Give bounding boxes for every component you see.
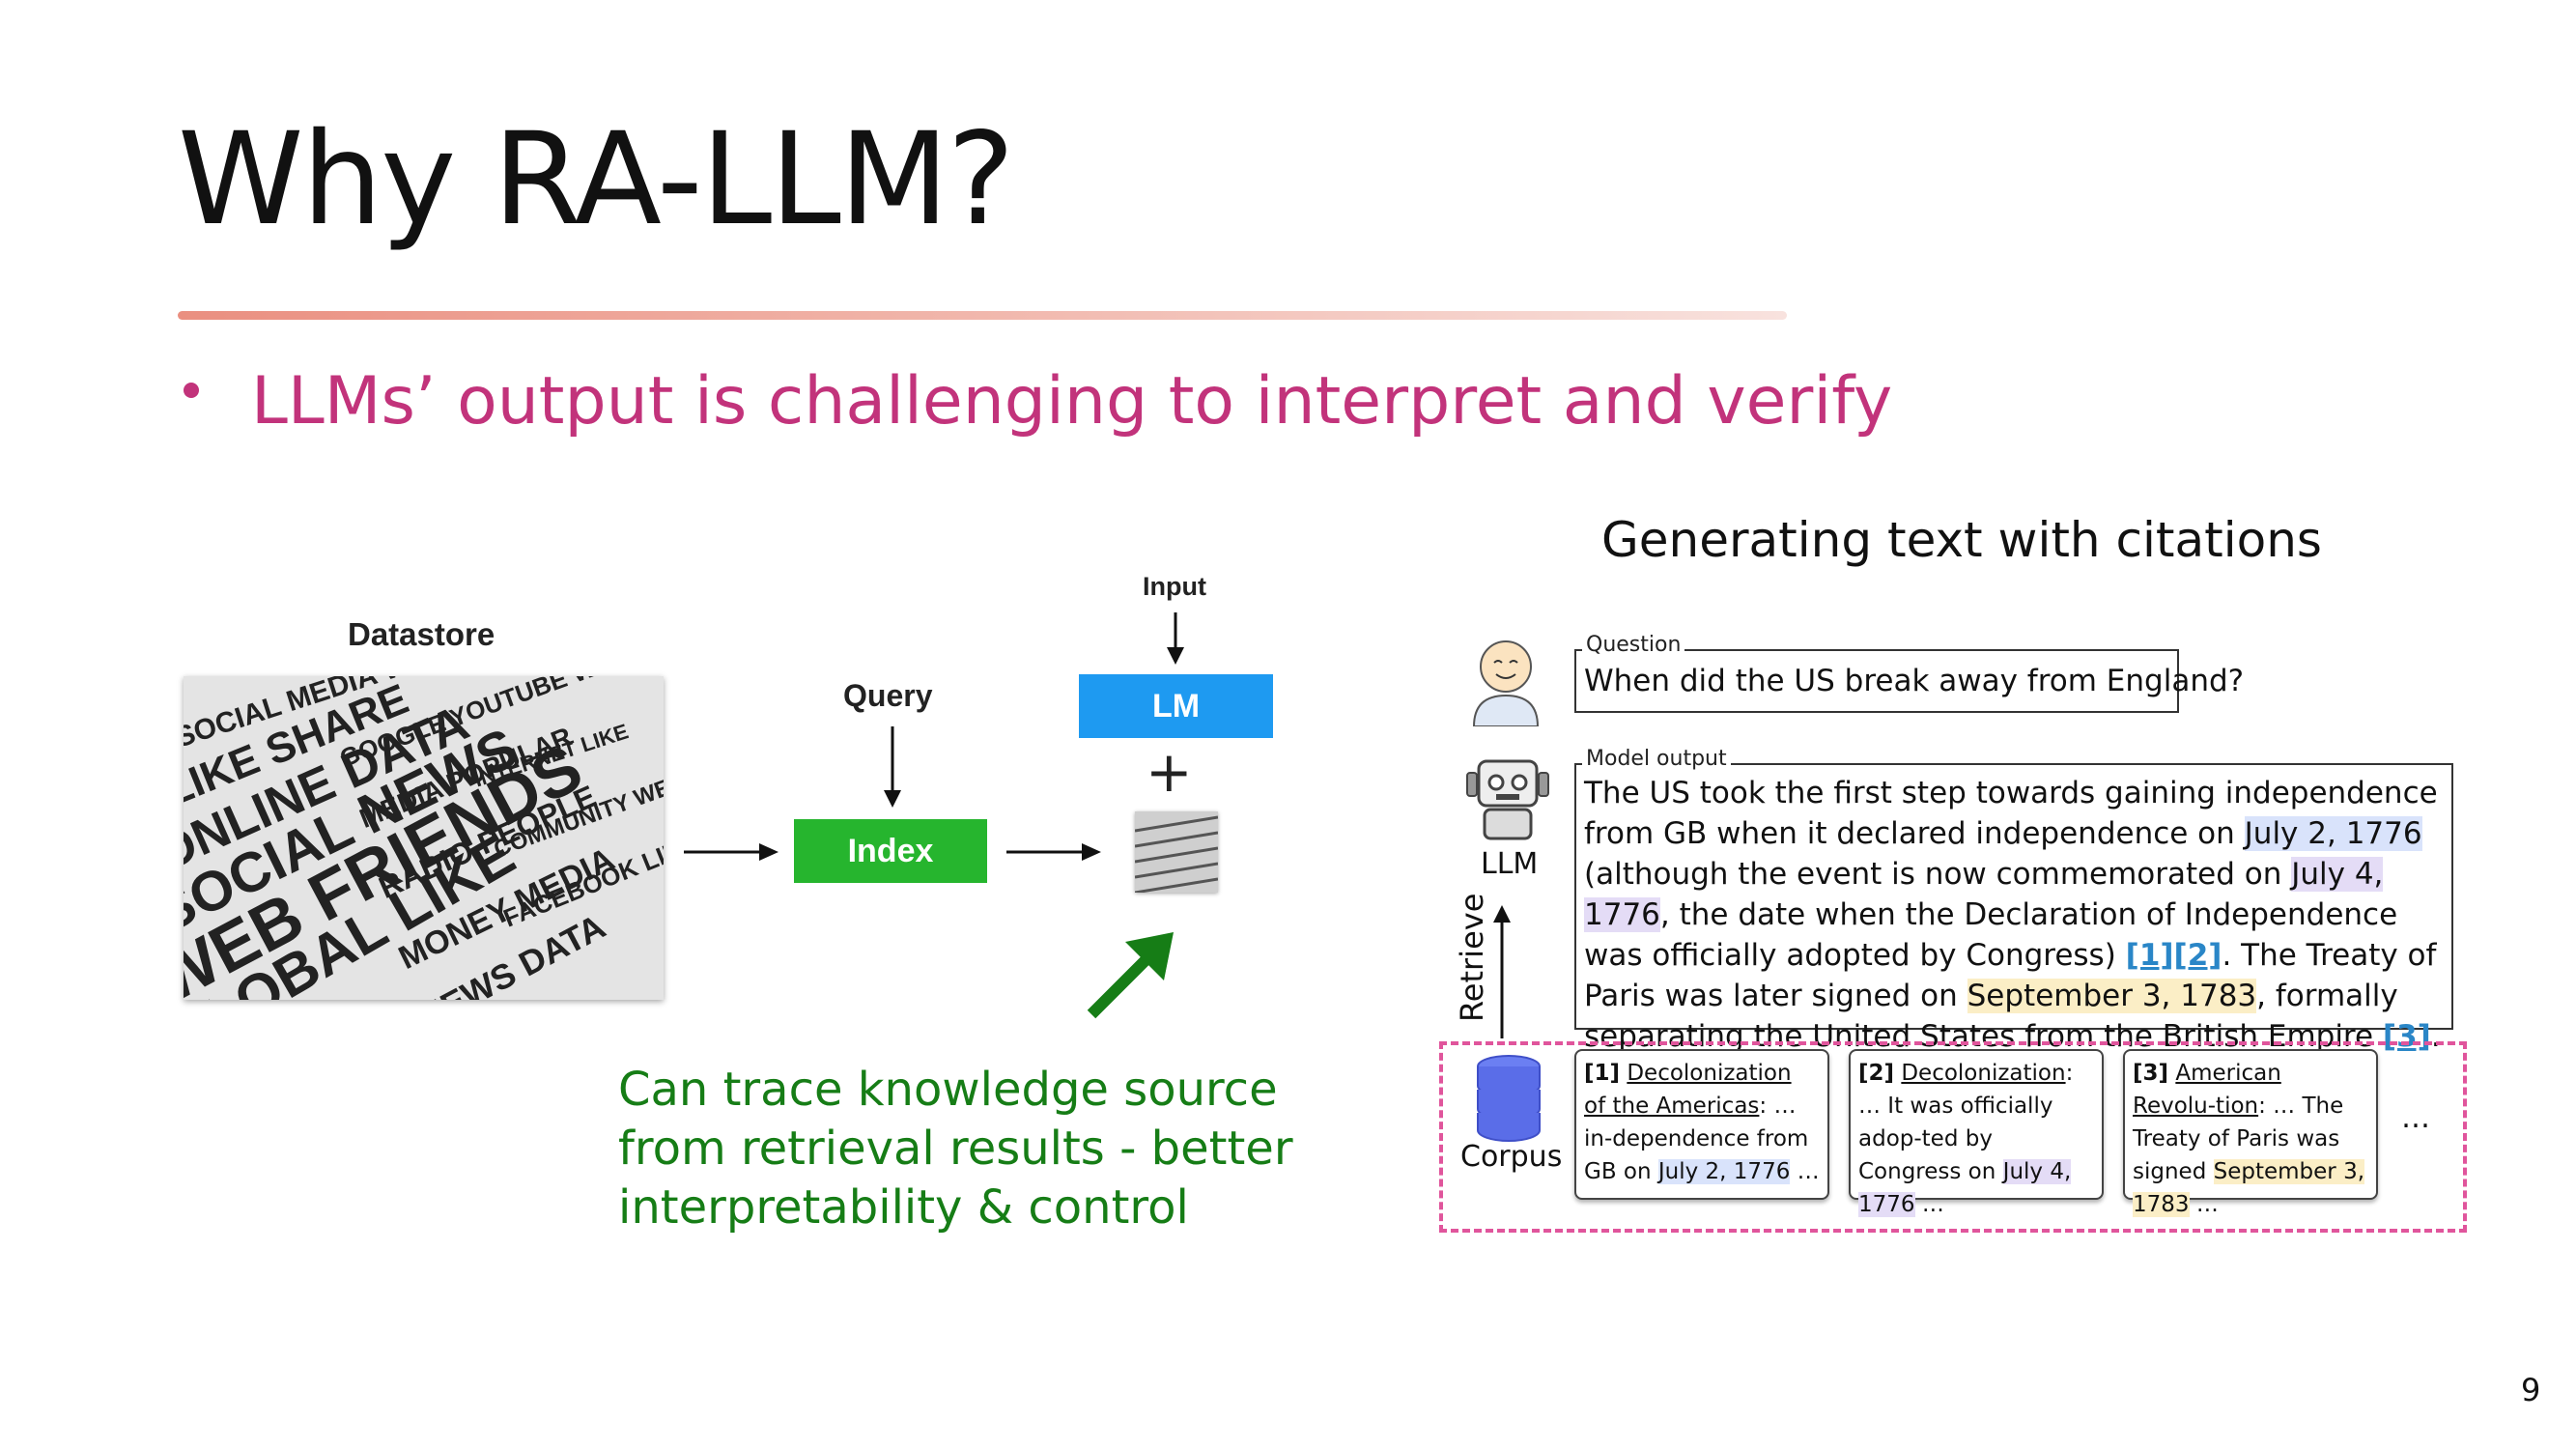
retrieved-doc-thumbnail xyxy=(1135,811,1218,893)
panel-title: Generating text with citations xyxy=(1601,512,2322,568)
title-underline xyxy=(178,311,1787,320)
page-number: 9 xyxy=(2521,1372,2541,1408)
query-arrow xyxy=(884,726,901,808)
citation-link[interactable]: [1][2] xyxy=(2126,938,2222,973)
model-output-text: The US took the first step towards gaini… xyxy=(1584,776,2441,1054)
user-icon xyxy=(1472,640,1540,726)
input-arrow xyxy=(1167,612,1184,665)
model-output-caption: Model output xyxy=(1582,747,1731,771)
index-to-doc-arrow xyxy=(1006,843,1101,861)
retrieved-document: [3] American Revolu-tion: … The Treaty o… xyxy=(2123,1049,2378,1217)
retrieve-label: Retrieve xyxy=(1454,893,1490,1022)
retrieved-document: [1] Decolonization of the Americas: … in… xyxy=(1574,1049,1829,1200)
retrieved-document: [2] Decolonization: … It was officially … xyxy=(1849,1049,2104,1217)
bullet-dot xyxy=(184,383,199,398)
lm-box: LM xyxy=(1079,674,1273,738)
query-label: Query xyxy=(843,678,933,713)
input-label: Input xyxy=(1143,572,1206,601)
date-highlight: July 2, 1776 xyxy=(2244,816,2422,851)
datastore-label: Datastore xyxy=(348,616,495,652)
llm-label: LLM xyxy=(1481,847,1539,881)
robot-icon xyxy=(1466,759,1549,840)
datastore-image: SOCIAL MEDIA WEB LIKE SHARE ONLINE DATA … xyxy=(184,676,664,1000)
date-highlight: September 3, 1783 xyxy=(1967,979,2257,1013)
interpretability-note: Can trace knowledge source from retrieva… xyxy=(618,1063,1293,1235)
corpus-label: Corpus xyxy=(1460,1140,1563,1174)
question-caption: Question xyxy=(1582,633,1685,657)
question-text: When did the US break away from England? xyxy=(1584,664,2245,698)
database-icon xyxy=(1477,1055,1541,1142)
index-box: Index xyxy=(794,819,987,883)
retrieve-arrow xyxy=(1493,905,1511,1038)
green-arrow-icon xyxy=(1087,932,1174,1019)
bullet-text: LLMs’ output is challenging to interpret… xyxy=(251,363,1893,440)
datastore-to-index-arrow xyxy=(684,843,778,861)
slide-title: Why RA-LLM? xyxy=(178,105,1015,254)
more-documents-ellipsis: … xyxy=(2401,1101,2430,1135)
plus-sign: + xyxy=(1146,739,1193,805)
